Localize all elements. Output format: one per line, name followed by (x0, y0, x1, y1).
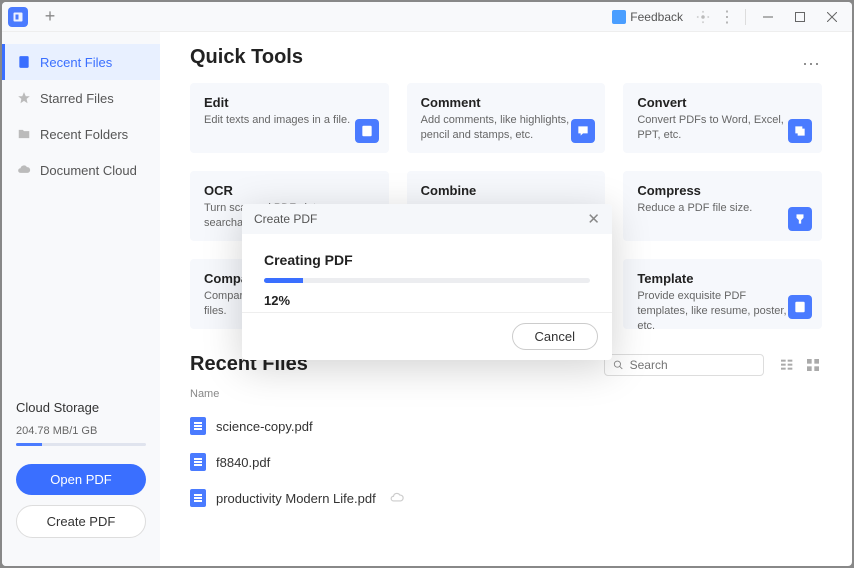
modal-overlay: Create PDF ✕ Creating PDF 12% Cancel (2, 2, 852, 566)
modal-header-title: Create PDF (254, 212, 317, 226)
progress-bar (264, 278, 590, 283)
modal-close-button[interactable]: ✕ (587, 210, 600, 228)
create-pdf-modal: Create PDF ✕ Creating PDF 12% Cancel (242, 204, 612, 360)
progress-percent: 12% (264, 293, 590, 308)
cancel-button[interactable]: Cancel (512, 323, 598, 350)
modal-status-title: Creating PDF (264, 252, 590, 268)
